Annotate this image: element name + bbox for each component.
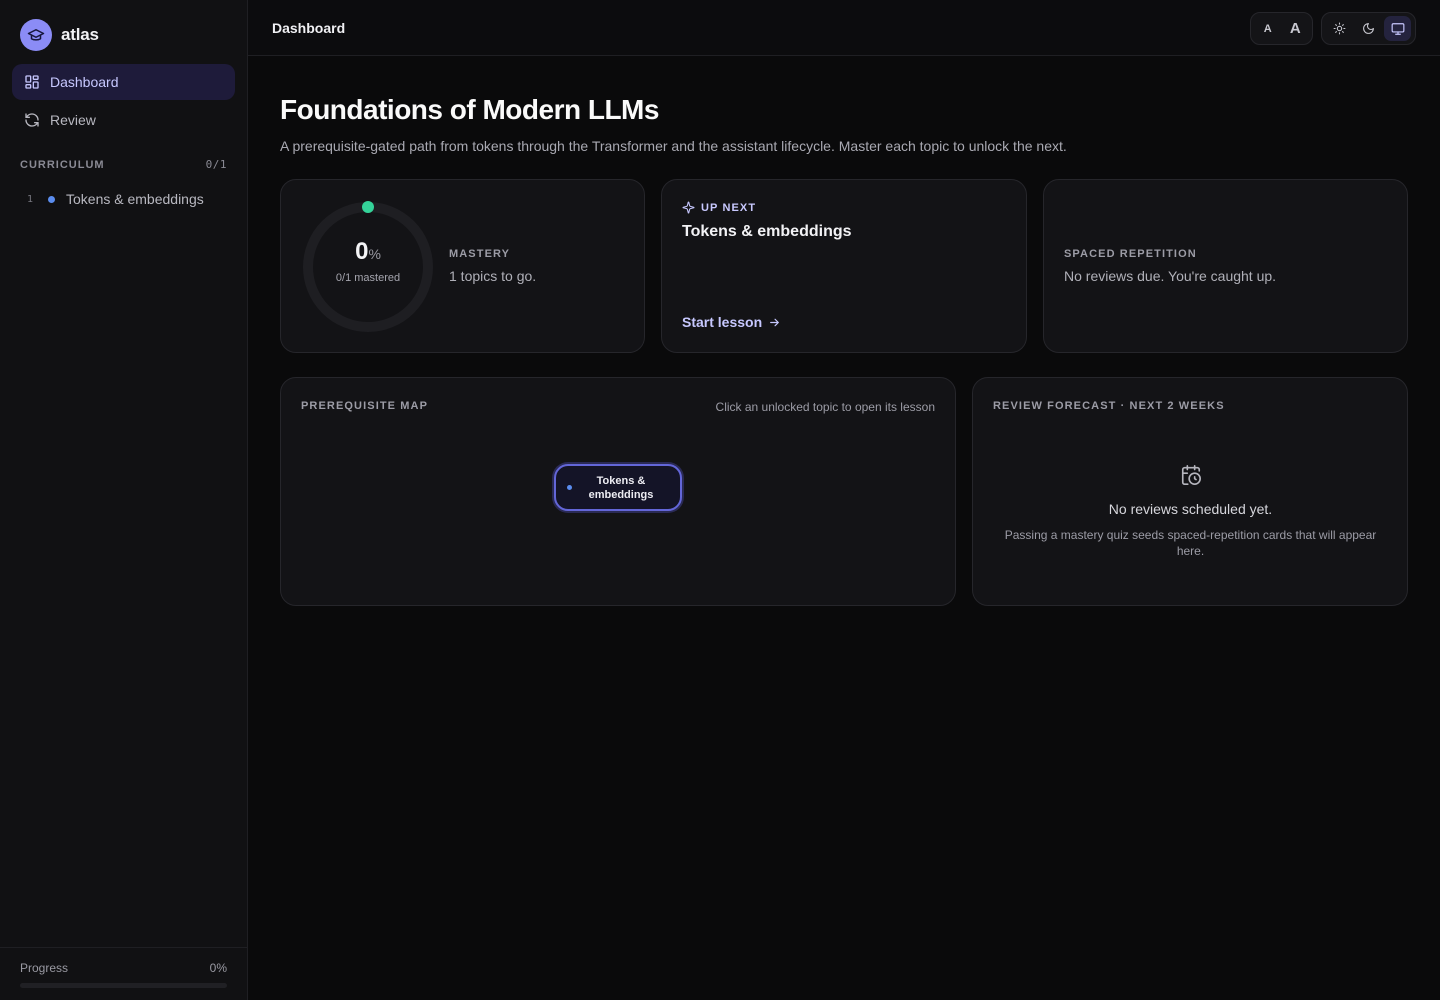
up-next-label-row: UP NEXT bbox=[682, 201, 852, 214]
moon-icon bbox=[1363, 23, 1374, 34]
map-node-line2: embeddings bbox=[588, 488, 654, 501]
start-lesson-link[interactable]: Start lesson bbox=[682, 314, 781, 330]
spaced-repetition-text: No reviews due. You're caught up. bbox=[1064, 268, 1277, 284]
sidebar-progress: Progress 0% bbox=[0, 947, 247, 1000]
ring-progress-dot bbox=[362, 201, 374, 213]
arrow-right-icon bbox=[770, 318, 780, 326]
status-dot bbox=[48, 195, 55, 203]
sidebar-item-label: Review bbox=[50, 112, 96, 128]
theme-dark-button[interactable] bbox=[1355, 16, 1382, 41]
forecast-empty-text: Passing a mastery quiz seeds spaced-repe… bbox=[1004, 528, 1377, 558]
theme-toggle bbox=[1321, 12, 1416, 45]
curriculum-item-label: Tokens & embeddings bbox=[66, 191, 204, 207]
sidebar-item-label: Dashboard bbox=[50, 74, 119, 90]
sun-icon bbox=[1333, 22, 1346, 35]
review-forecast-label: REVIEW FORECAST · NEXT 2 WEEKS bbox=[993, 400, 1225, 412]
dashboard-grid-icon bbox=[25, 75, 39, 89]
forecast-empty-state: No reviews scheduled yet. Passing a mast… bbox=[973, 464, 1408, 559]
monitor-icon bbox=[1391, 22, 1404, 35]
mastery-label: MASTERY bbox=[449, 248, 511, 260]
review-forecast-card: REVIEW FORECAST · NEXT 2 WEEKS No review… bbox=[972, 377, 1408, 606]
progress-bar bbox=[20, 983, 227, 988]
mastery-ring: 0% 0/1 mastered bbox=[301, 200, 435, 334]
mastery-card: 0% 0/1 mastered MASTERY 1 topics to go. bbox=[280, 179, 645, 353]
prerequisite-map-label: PREREQUISITE MAP bbox=[301, 400, 429, 412]
font-small-button[interactable]: A bbox=[1255, 16, 1281, 41]
mastery-percent-value: 0 bbox=[355, 238, 369, 265]
brand[interactable]: atlas bbox=[20, 19, 99, 51]
theme-system-button[interactable] bbox=[1384, 16, 1411, 41]
prerequisite-map-hint: Click an unlocked topic to open its less… bbox=[715, 400, 935, 414]
mastery-percent-sign: % bbox=[368, 246, 381, 262]
calendar-clock-icon bbox=[1181, 465, 1201, 485]
font-size-toggle: A A bbox=[1250, 12, 1313, 45]
page-title: Foundations of Modern LLMs bbox=[280, 94, 659, 125]
curriculum-item-tokens[interactable]: 1 Tokens & embeddings bbox=[20, 188, 230, 210]
topbar: Dashboard A A bbox=[248, 0, 1440, 56]
sidebar-item-dashboard[interactable]: Dashboard bbox=[12, 64, 235, 100]
refresh-icon bbox=[25, 113, 39, 127]
map-node-line1: Tokens & bbox=[596, 474, 646, 487]
sidebar-nav: Dashboard Review bbox=[12, 64, 235, 140]
theme-light-button[interactable] bbox=[1326, 16, 1353, 41]
up-next-card: UP NEXT Tokens & embeddings Start lesson bbox=[661, 179, 1027, 353]
curriculum-heading: CURRICULUM 0/1 bbox=[20, 158, 227, 171]
map-node-tokens[interactable]: Tokens & embeddings bbox=[554, 464, 682, 511]
forecast-empty-title: No reviews scheduled yet. bbox=[1108, 501, 1273, 517]
mastery-count: 0/1 mastered bbox=[335, 272, 401, 284]
prerequisite-map-card: PREREQUISITE MAP Click an unlocked topic… bbox=[280, 377, 956, 606]
progress-value: 0% bbox=[209, 961, 227, 975]
progress-label: Progress bbox=[20, 961, 69, 975]
sidebar-item-review[interactable]: Review bbox=[12, 102, 235, 138]
curriculum-title: CURRICULUM bbox=[20, 158, 105, 171]
curriculum-item-number: 1 bbox=[26, 193, 34, 205]
up-next-title: Tokens & embeddings bbox=[682, 223, 852, 240]
page-subtitle: A prerequisite-gated path from tokens th… bbox=[280, 138, 1067, 154]
curriculum-count: 0/1 bbox=[205, 158, 227, 171]
font-large-button[interactable]: A bbox=[1283, 16, 1309, 41]
mastery-text: 1 topics to go. bbox=[449, 268, 537, 284]
page-breadcrumb: Dashboard bbox=[272, 20, 346, 36]
spaced-repetition-label: SPACED REPETITION bbox=[1064, 248, 1197, 260]
sidebar: atlas Dashboard Review CURRICULUM 0/1 1 … bbox=[0, 0, 248, 1000]
mastery-percent: 0% bbox=[301, 238, 435, 266]
sparkles-icon bbox=[682, 201, 695, 214]
brand-name: atlas bbox=[61, 25, 99, 44]
up-next-label: UP NEXT bbox=[701, 201, 757, 214]
spaced-repetition-card: SPACED REPETITION No reviews due. You're… bbox=[1043, 179, 1408, 353]
graduation-cap-icon bbox=[20, 19, 52, 51]
start-lesson-label: Start lesson bbox=[682, 314, 763, 330]
